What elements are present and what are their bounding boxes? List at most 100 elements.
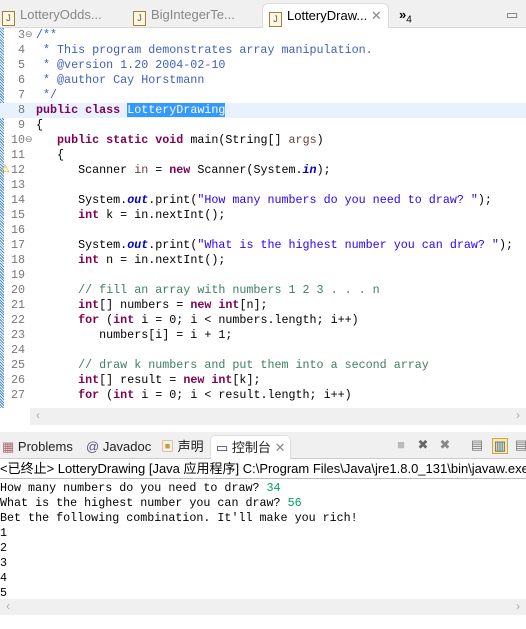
code-token: {	[36, 118, 44, 132]
scroll-left-icon[interactable]: ‹	[6, 599, 10, 613]
code-token: LotteryDrawing	[127, 103, 226, 117]
console-process-header: <已终止> LotteryDrawing [Java 应用程序] C:\Prog…	[0, 459, 526, 479]
scroll-lock-icon[interactable]: ▥	[492, 438, 508, 454]
code-line: 26 int[] result = new int[k];	[0, 373, 526, 388]
code-line: 17 System.out.print("What is the highest…	[0, 238, 526, 253]
code-line: 25 // draw k numbers and put them into a…	[0, 358, 526, 373]
minimize-icon[interactable]: ▭	[506, 3, 518, 27]
close-icon[interactable]: ✕	[371, 8, 382, 23]
code-line: 8 public class LotteryDrawing	[0, 103, 526, 118]
scroll-right-icon[interactable]: ›	[516, 408, 520, 422]
line-number: 20	[10, 283, 25, 297]
console-output: 4	[0, 571, 8, 585]
code-token: // draw k numbers and put them into a se…	[36, 358, 429, 372]
line-number: 11	[10, 148, 25, 162]
tab-javadoc[interactable]: @ Javadoc	[86, 435, 151, 458]
line-number: 18	[10, 253, 25, 267]
scroll-left-icon[interactable]: ‹	[36, 408, 40, 422]
line-number: 5	[17, 58, 25, 72]
code-token: );	[477, 193, 492, 207]
code-token: System.	[36, 193, 128, 207]
close-icon[interactable]: ✕	[275, 440, 286, 455]
code-line: 11 {	[0, 148, 526, 163]
code-text: int[] result = new int[k];	[36, 373, 260, 388]
tab-console[interactable]: ▭ 控制台 ✕	[210, 435, 292, 459]
code-token: in	[302, 163, 317, 177]
problems-icon: ▦	[2, 439, 15, 454]
code-token: main(String[]	[183, 133, 289, 147]
line-number: 24	[10, 343, 25, 357]
code-token: int	[113, 388, 135, 402]
code-token: [n];	[239, 298, 268, 312]
console-output: 5	[0, 586, 8, 600]
code-token: (	[99, 313, 114, 327]
word-wrap-icon[interactable]: ▤	[514, 438, 526, 452]
editor-tab-active[interactable]: J LotteryDraw... ✕	[262, 3, 389, 28]
editor-tab[interactable]: J LotteryOdds...	[2, 3, 102, 27]
code-token: static	[106, 133, 149, 147]
code-line: 14 System.out.print("How many numbers do…	[0, 193, 526, 208]
console-output: 3	[0, 556, 8, 570]
line-number: 27	[10, 388, 25, 402]
editor-horizontal-scrollbar[interactable]: ‹ ›	[30, 408, 526, 425]
code-line: 21 int[] numbers = new int[n];	[0, 298, 526, 313]
line-number: 16	[10, 223, 25, 237]
code-line: 7 */	[0, 88, 526, 103]
code-token: new	[190, 298, 212, 312]
console-horizontal-scrollbar[interactable]: ‹ ›	[0, 599, 526, 615]
line-number: 17	[10, 238, 25, 252]
declaration-icon: ▣	[161, 439, 175, 454]
code-token: void	[155, 133, 184, 147]
code-token: );	[316, 163, 331, 177]
code-token: .print(	[148, 238, 198, 252]
code-text: Scanner in = new Scanner(System.in);	[36, 163, 331, 178]
console-line: 1	[0, 526, 7, 541]
console-output: Bet the following combination. It'll mak…	[0, 511, 358, 525]
code-token: * @version 1.20 2004-02-10	[36, 58, 226, 72]
code-token: "What is the highest number you can draw…	[197, 238, 499, 252]
tab-declaration[interactable]: ▣ 声明	[161, 435, 204, 458]
scroll-right-icon[interactable]: ›	[516, 599, 520, 613]
code-token: {	[36, 148, 65, 162]
code-line: 3 ⊖/**	[0, 28, 526, 43]
code-token: out	[127, 193, 149, 207]
code-text: */	[36, 88, 57, 103]
code-token: Scanner(System.	[190, 163, 303, 177]
code-token: * This program demonstrates array manipu…	[36, 43, 373, 57]
code-text: int[] numbers = new int[n];	[36, 298, 268, 313]
remove-launch-icon[interactable]: ✖	[416, 438, 430, 452]
fold-icon[interactable]: ⊖	[25, 133, 33, 148]
code-token: n = in.nextInt();	[99, 253, 226, 267]
code-editor[interactable]: 3 ⊖/** 4 * This program demonstrates array…	[0, 28, 526, 408]
code-token: for	[78, 313, 100, 327]
code-line: 20 // fill an array with numbers 1 2 3 .…	[0, 283, 526, 298]
fold-icon[interactable]: ⊖	[25, 28, 33, 43]
code-token: int	[113, 313, 135, 327]
line-number: 15	[10, 208, 25, 222]
code-token: "How many numbers do you need to draw? "	[197, 193, 478, 207]
code-token: i = 0; i < result.length; i++)	[134, 388, 352, 402]
console-user-input: 34	[266, 481, 281, 495]
warning-icon[interactable]: ⚠	[0, 163, 10, 178]
code-text: public class LotteryDrawing	[36, 103, 226, 118]
code-text: for (int i = 0; i < result.length; i++)	[36, 388, 352, 403]
code-line: 5 * @version 1.20 2004-02-10	[0, 58, 526, 73]
editor-tab[interactable]: J BigIntegerTe...	[133, 3, 235, 27]
code-token: * @author Cay Horstmann	[36, 73, 205, 87]
terminate-icon[interactable]: ■	[394, 438, 408, 452]
console-line: Bet the following combination. It'll mak…	[0, 511, 358, 526]
tab-problems[interactable]: ▦ Problems	[2, 435, 73, 458]
code-token: numbers[i] = i + 1;	[36, 328, 233, 342]
code-token: i = 0; i < numbers.length; i++)	[134, 313, 359, 327]
console-line: 4	[0, 571, 7, 586]
remove-all-terminated-icon[interactable]: ✖	[438, 438, 452, 452]
clear-console-icon[interactable]: ▤	[470, 438, 484, 452]
overflow-tabs-button[interactable]: »4	[399, 3, 412, 27]
code-text: // fill an array with numbers 1 2 3 . . …	[36, 283, 380, 298]
line-number: 8	[17, 103, 25, 117]
